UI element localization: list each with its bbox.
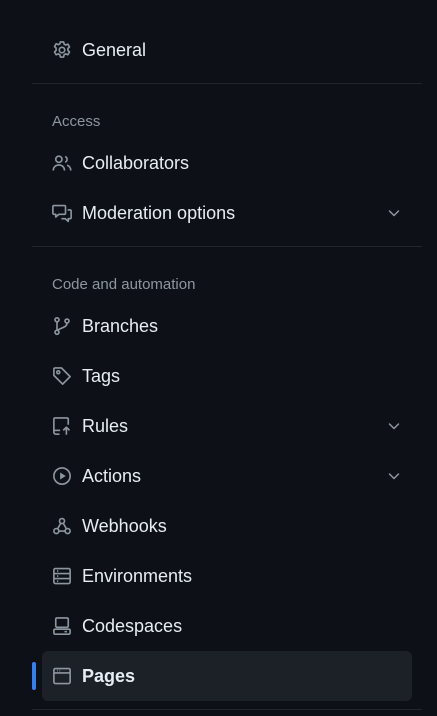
nav-item-label: Actions [82,466,142,486]
webhook-icon [52,516,72,536]
section-heading-code-and-automation: Code and automation [52,276,196,293]
section-heading-access: Access [52,113,101,130]
chevron-down-icon[interactable] [386,418,402,434]
nav-item-label: Branches [82,316,159,336]
nav-item-label: General [82,40,147,60]
people-icon [52,153,72,173]
nav-item-label: Collaborators [82,153,190,173]
nav-item-label: Tags [82,366,121,386]
nav-item-actions[interactable]: Actions [32,451,422,501]
codespaces-icon [52,616,72,636]
nav-item-pages[interactable]: Pages [32,651,412,701]
nav-item-collaborators[interactable]: Collaborators [32,138,422,188]
nav-item-label: Codespaces [82,616,183,636]
browser-icon [52,666,72,686]
nav-item-moderation-options[interactable]: Moderation options [32,188,422,238]
nav-item-webhooks[interactable]: Webhooks [32,501,422,551]
nav-item-label: Pages [82,666,136,686]
git-branch-icon [52,316,72,336]
nav-item-environments[interactable]: Environments [32,551,422,601]
comment-discussion-icon [52,203,72,223]
play-icon [52,466,72,486]
tag-icon [52,366,72,386]
nav-item-label: Rules [82,416,129,436]
section-divider [32,709,422,710]
nav-item-tags[interactable]: Tags [32,351,422,401]
gear-icon [52,40,72,60]
nav-item-branches[interactable]: Branches [32,301,422,351]
nav-item-general[interactable]: General [32,25,422,75]
repo-push-icon [52,416,72,436]
section-divider [32,246,422,247]
nav-item-label: Webhooks [82,516,167,536]
nav-item-label: Moderation options [82,203,236,223]
chevron-down-icon[interactable] [386,205,402,221]
section-divider [32,83,422,84]
chevron-down-icon[interactable] [386,468,402,484]
nav-item-codespaces[interactable]: Codespaces [32,601,422,651]
server-icon [52,566,72,586]
settings-sidebar-nav: General Access Collaborators Moderation … [32,25,422,716]
active-indicator [32,662,36,690]
nav-item-rules[interactable]: Rules [32,401,422,451]
nav-item-label: Environments [82,566,193,586]
